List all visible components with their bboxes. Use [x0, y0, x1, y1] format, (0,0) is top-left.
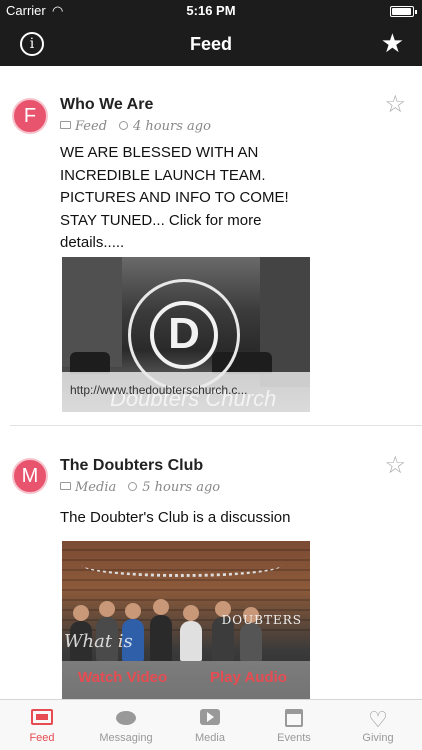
post-meta: Feed 4 hours ago [60, 119, 211, 134]
tab-label: Messaging [99, 732, 153, 744]
clock-icon [119, 121, 129, 130]
image-car [70, 352, 110, 374]
post-time: 4 hours ago [133, 119, 211, 134]
post-body: WE ARE BLESSED WITH AN INCREDIBLE LAUNCH… [60, 144, 289, 251]
video-overlay-text: What is [64, 631, 133, 652]
post-category: Media [75, 480, 117, 495]
video-thumbnail[interactable]: DOUBTERS What is Watch Video Play Audio [62, 541, 310, 699]
tab-messaging[interactable]: Messaging [84, 700, 168, 750]
favorite-star-icon[interactable]: ☆ [384, 90, 406, 119]
clock-icon [128, 482, 138, 491]
image-building [62, 257, 122, 367]
feed-category-icon [60, 121, 71, 129]
calendar-icon [252, 709, 336, 731]
feed-post[interactable]: F Who We Are Feed 4 hours ago ☆ WE ARE BL… [0, 66, 422, 426]
church-logo-icon: D [150, 301, 218, 369]
post-title[interactable]: The Doubters Club [60, 457, 203, 475]
media-actions: Watch Video Play Audio [62, 661, 310, 699]
post-meta: Media 5 hours ago [60, 480, 220, 495]
image-person [240, 607, 262, 661]
link-preview-image[interactable]: D Doubters Church http://www.thedoubters… [62, 257, 310, 412]
tab-label: Events [277, 732, 311, 744]
doubters-logo: DOUBTERS [221, 613, 302, 627]
image-person [180, 605, 202, 661]
avatar: F [12, 98, 48, 134]
image-garland [82, 553, 282, 577]
nav-bar: i Feed ★ [0, 22, 422, 66]
feed-post[interactable]: M The Doubters Club Media 5 hours ago ☆ T… [0, 426, 422, 699]
tab-bar: Feed Messaging Media Events ♡ Giving [0, 699, 422, 750]
post-body: The Doubter's Club is a discussion [60, 509, 291, 526]
avatar: M [12, 458, 48, 494]
media-category-icon [60, 482, 71, 490]
image-person [150, 599, 172, 661]
tab-events[interactable]: Events [252, 700, 336, 750]
tab-giving[interactable]: ♡ Giving [336, 700, 420, 750]
post-title[interactable]: Who We Are [60, 96, 153, 114]
post-category: Feed [75, 119, 108, 134]
tab-feed[interactable]: Feed [0, 700, 84, 750]
battery-icon [390, 6, 417, 17]
status-bar: Carrier ◠ 5:16 PM [0, 0, 422, 22]
tab-label: Giving [362, 732, 394, 744]
link-url[interactable]: http://www.thedoubterschurch.c... [70, 383, 247, 397]
tab-media[interactable]: Media [168, 700, 252, 750]
favorite-star-icon[interactable]: ☆ [384, 451, 406, 480]
tab-label: Feed [29, 732, 55, 744]
watch-video-button[interactable]: Watch Video [78, 669, 167, 686]
newspaper-icon [0, 709, 84, 731]
play-audio-button[interactable]: Play Audio [210, 669, 287, 686]
play-icon [168, 709, 252, 731]
post-time: 5 hours ago [142, 480, 221, 495]
page-title: Feed [189, 34, 232, 54]
tab-label: Media [195, 732, 225, 744]
status-time: 5:16 PM [186, 3, 236, 18]
star-icon[interactable]: ★ [381, 30, 404, 56]
heart-icon: ♡ [368, 707, 388, 732]
chat-icon [84, 709, 168, 731]
feed-list[interactable]: F Who We Are Feed 4 hours ago ☆ WE ARE BL… [0, 66, 422, 699]
link-url-bar[interactable]: Doubters Church http://www.thedoubtersch… [62, 372, 310, 412]
